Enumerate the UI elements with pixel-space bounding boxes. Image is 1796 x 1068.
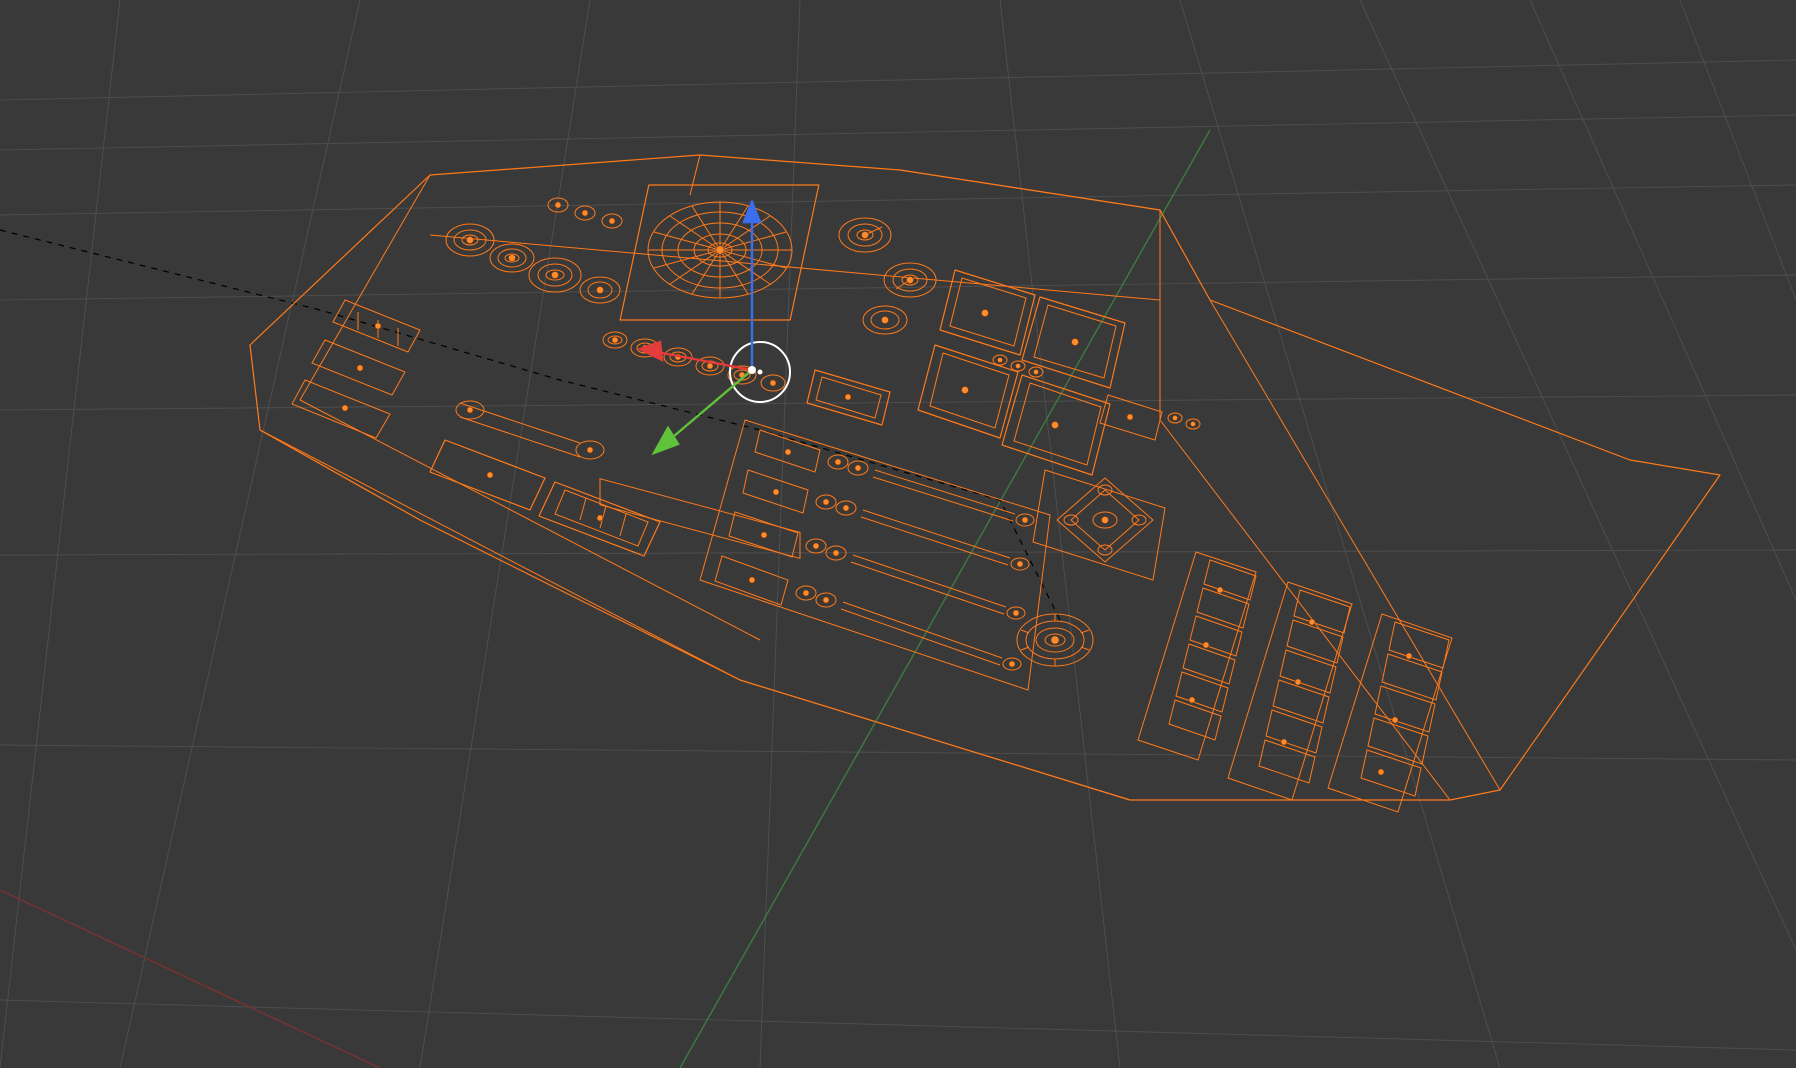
small-display[interactable]: [807, 370, 890, 425]
knob-row[interactable]: [600, 332, 800, 558]
switch-columns[interactable]: [1138, 552, 1452, 812]
cursor-3d: [730, 342, 790, 402]
gauges-upper-left[interactable]: [446, 198, 622, 303]
compass-pad[interactable]: [1033, 470, 1165, 580]
gizmo-axis-x[interactable]: [657, 352, 752, 370]
gizmo-center[interactable]: [748, 366, 756, 374]
screens[interactable]: [918, 270, 1200, 475]
viewport-3d[interactable]: [0, 0, 1796, 1068]
big-knob[interactable]: [1017, 614, 1093, 666]
gizmo-arrow-y[interactable]: [654, 428, 678, 453]
gizmo-axis-y[interactable]: [667, 370, 752, 442]
floor-grid: [0, 0, 1796, 1068]
scene-svg[interactable]: [0, 0, 1796, 1068]
relation-line-dashed: [0, 230, 1060, 620]
axis-x-line: [0, 890, 380, 1068]
slider-bank[interactable]: [700, 420, 1050, 690]
dashboard-panel[interactable]: [250, 155, 1720, 800]
left-switches[interactable]: [292, 300, 660, 556]
axis-y-line: [680, 130, 1210, 1068]
